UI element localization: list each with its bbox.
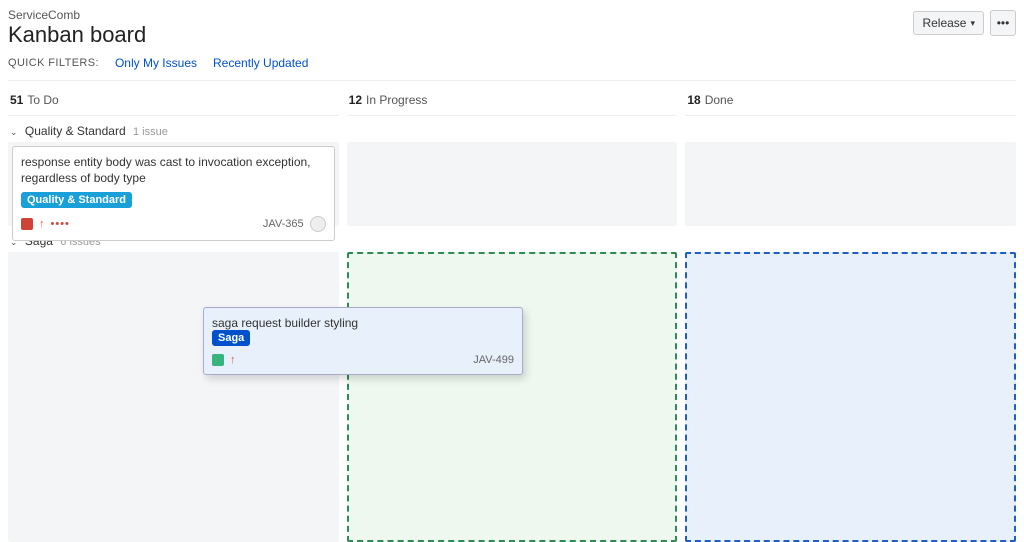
column-count: 18 <box>687 93 700 107</box>
release-button[interactable]: Release ▾ <box>913 11 984 35</box>
column-done-dropzone[interactable] <box>685 252 1016 542</box>
swimlane-count: 1 issue <box>133 126 168 138</box>
column-header-todo: 51 To Do <box>8 89 339 116</box>
swimlane-quality-standard: response entity body was cast to invocat… <box>8 142 1016 226</box>
quick-filters-bar: QUICK FILTERS: Only My Issues Recently U… <box>8 52 1016 81</box>
project-name[interactable]: ServiceComb <box>8 8 146 22</box>
kebab-icon: ••• <box>997 16 1010 30</box>
days-in-column-icon: •••• <box>51 218 70 230</box>
column-name: In Progress <box>366 93 427 107</box>
quick-filters-label: QUICK FILTERS: <box>8 57 99 69</box>
column-done[interactable] <box>685 142 1016 226</box>
column-todo[interactable] <box>8 252 339 542</box>
column-header-inprogress: 12 In Progress <box>347 89 678 116</box>
column-todo[interactable]: response entity body was cast to invocat… <box>8 142 339 226</box>
caret-down-icon: ▾ <box>970 18 975 29</box>
epic-tag[interactable]: Saga <box>212 330 250 346</box>
column-inprogress[interactable] <box>347 142 678 226</box>
story-icon <box>212 354 224 366</box>
column-headers: 51 To Do 12 In Progress 18 Done <box>8 89 1016 116</box>
filter-only-my-issues[interactable]: Only My Issues <box>115 56 197 70</box>
swimlane-saga: saga request builder styling Saga ↑ JAV-… <box>8 252 1016 542</box>
column-name: Done <box>705 93 734 107</box>
priority-icon: ↑ <box>230 354 236 366</box>
release-label: Release <box>922 16 966 30</box>
assignee-avatar[interactable] <box>310 216 326 232</box>
board-title: Kanban board <box>8 22 146 48</box>
issue-summary: saga request builder styling <box>212 316 514 330</box>
epic-tag[interactable]: Quality & Standard <box>21 192 132 208</box>
priority-icon: ↑ <box>39 218 45 230</box>
column-header-done: 18 Done <box>685 89 1016 116</box>
column-name: To Do <box>27 93 58 107</box>
chevron-down-icon: ⌄ <box>10 127 18 138</box>
column-count: 12 <box>349 93 362 107</box>
swimlane-title: Quality & Standard <box>25 124 126 138</box>
bug-icon <box>21 218 33 230</box>
swimlane-header-quality-standard[interactable]: ⌄ Quality & Standard 1 issue <box>8 116 1016 142</box>
column-count: 51 <box>10 93 23 107</box>
more-actions-button[interactable]: ••• <box>990 10 1016 36</box>
dragging-issue-card[interactable]: saga request builder styling Saga ↑ JAV-… <box>203 307 523 375</box>
issue-key[interactable]: JAV-499 <box>473 354 514 366</box>
issue-summary: response entity body was cast to invocat… <box>21 155 326 186</box>
filter-recently-updated[interactable]: Recently Updated <box>213 56 308 70</box>
issue-key[interactable]: JAV-365 <box>263 218 304 230</box>
column-inprogress-dropzone[interactable] <box>347 252 678 542</box>
issue-card[interactable]: response entity body was cast to invocat… <box>12 146 335 241</box>
